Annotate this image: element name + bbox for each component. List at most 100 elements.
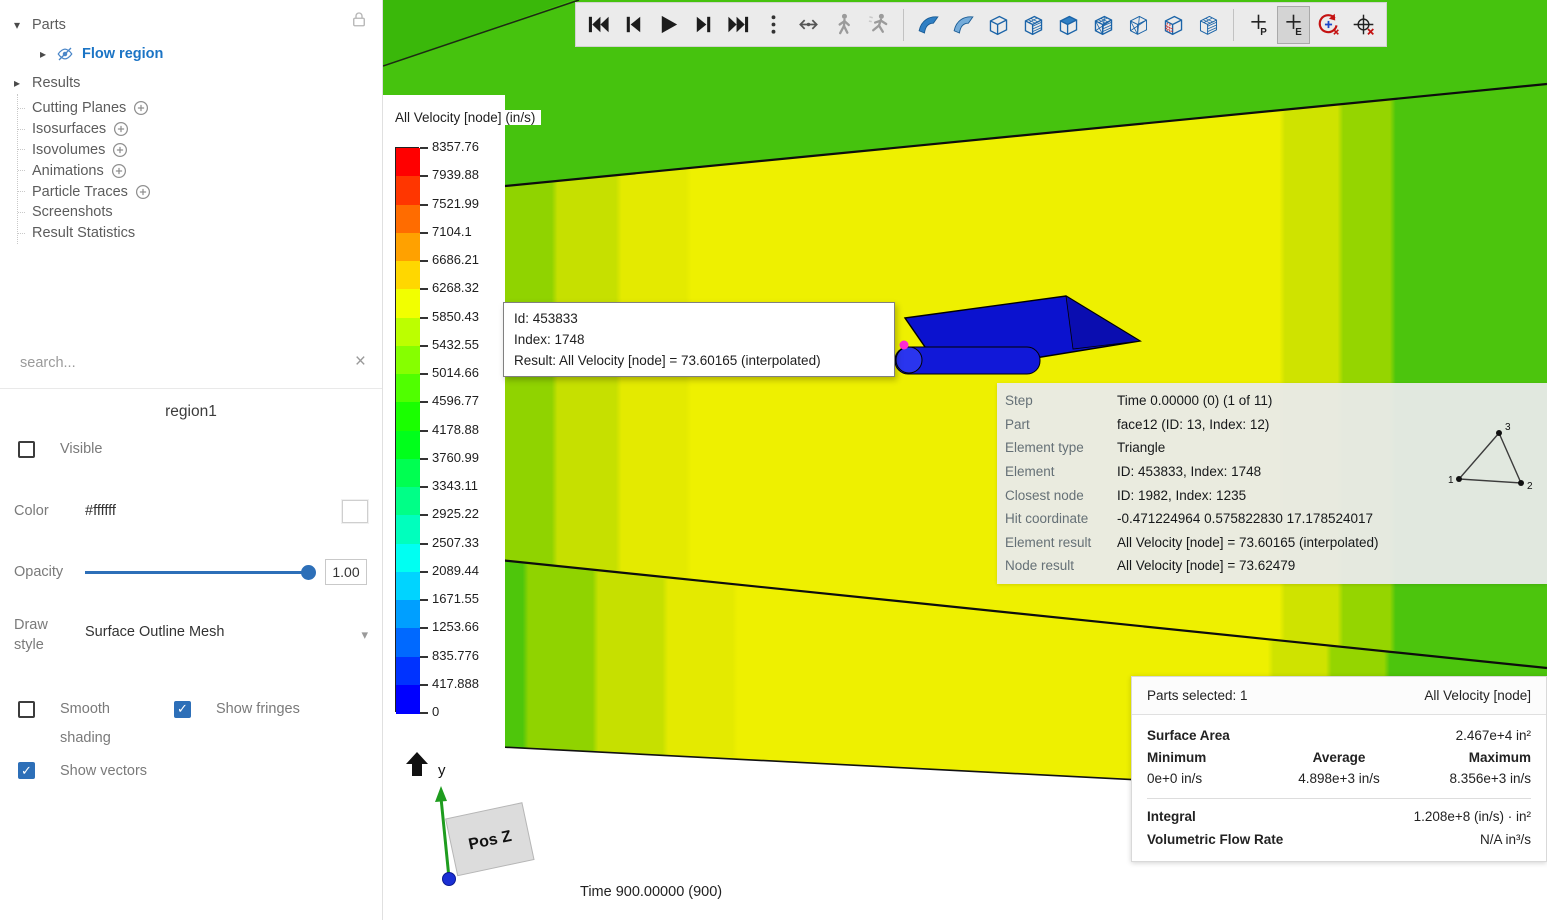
svg-text:2: 2 <box>1527 481 1533 492</box>
legend-tick-label: 6268.32 <box>432 280 479 296</box>
legend-tick-label: 7521.99 <box>432 195 479 211</box>
color-label: Color <box>14 503 49 520</box>
tree-node-flow-region[interactable]: ▸ Flow region <box>0 42 382 65</box>
tree-item-animations[interactable]: Animations <box>18 160 382 181</box>
chevron-right-icon[interactable]: ▸ <box>36 47 50 61</box>
view-box-red-mesh-icon <box>1164 15 1183 36</box>
tree-item-result-statistics[interactable]: Result Statistics <box>18 223 382 244</box>
tree-item-cutting-planes[interactable]: Cutting Planes <box>18 98 382 119</box>
legend-cell <box>396 543 420 573</box>
view-box-cage-button[interactable] <box>1192 6 1225 44</box>
rotate-probe-button[interactable] <box>1312 6 1345 44</box>
tree-item-label: Animations <box>32 162 104 179</box>
legend-cell <box>396 204 420 234</box>
pick-point-p-button[interactable]: P <box>1242 6 1275 44</box>
view-box-red-mesh-button[interactable] <box>1157 6 1190 44</box>
view-flag-light-icon <box>953 16 974 34</box>
legend-tick-mark <box>420 260 428 262</box>
tree-node-parts[interactable]: ▾ Parts <box>0 13 382 36</box>
lock-icon[interactable] <box>350 10 368 28</box>
min-avg-max-header-row: Minimum Average Maximum <box>1147 747 1531 768</box>
visible-checkbox[interactable] <box>18 440 35 458</box>
view-flag-solid-icon <box>918 16 939 34</box>
opacity-value-field[interactable]: 1.00 <box>325 558 367 585</box>
add-isosurfaces-button[interactable] <box>113 121 129 137</box>
legend-tick-label: 2089.44 <box>432 562 479 578</box>
chevron-down-icon[interactable]: ▾ <box>361 615 368 643</box>
eye-off-icon[interactable] <box>56 45 76 63</box>
maximum-value: 8.356e+3 in/s <box>1449 771 1531 786</box>
toolbar-group-overflow <box>757 6 790 44</box>
draw-style-select[interactable]: Surface Outline Mesh <box>85 615 224 640</box>
chevron-down-icon[interactable]: ▾ <box>10 18 24 32</box>
svg-text:P: P <box>1260 27 1267 37</box>
tree-item-label: Cutting Planes <box>32 100 127 117</box>
render-viewport[interactable]: PE All Velocity [node] (in/s) 8357.76 793… <box>383 0 1547 920</box>
tree-item-isovolumes[interactable]: Isovolumes <box>18 140 382 161</box>
legend-tick-mark <box>420 147 428 149</box>
tree-item-screenshots[interactable]: Screenshots <box>18 202 382 223</box>
color-value-field[interactable]: #ffffff <box>85 503 116 519</box>
step-forward-button[interactable] <box>687 6 720 44</box>
step-back-button[interactable] <box>617 6 650 44</box>
show-vectors-row: ✓ Show vectors <box>0 757 382 785</box>
show-vectors-checkbox[interactable]: ✓ <box>18 762 35 780</box>
add-particle-traces-button[interactable] <box>135 184 151 200</box>
opacity-slider[interactable] <box>85 564 316 580</box>
person-run-button[interactable] <box>862 6 895 44</box>
tree-item-isosurfaces[interactable]: Isosurfaces <box>18 119 382 140</box>
time-step-label: Time 900.00000 (900) <box>580 884 723 900</box>
add-cutting-planes-button[interactable] <box>133 100 149 116</box>
show-fringes-checkbox[interactable]: ✓ <box>174 700 191 718</box>
toolbar-separator <box>903 8 904 41</box>
axis-triad[interactable]: y Pos Z <box>391 718 566 898</box>
view-box-grid-button[interactable] <box>1017 6 1050 44</box>
legend-cell <box>396 487 420 516</box>
legend-cell <box>396 317 420 347</box>
tree-item-label: Particle Traces <box>32 183 128 200</box>
search-input[interactable] <box>18 353 328 372</box>
color-swatch[interactable] <box>342 499 368 523</box>
legend-tick-label: 5014.66 <box>432 365 479 380</box>
skip-start-button[interactable] <box>582 6 615 44</box>
smooth-shading-checkbox[interactable] <box>18 700 35 718</box>
opacity-slider-handle[interactable] <box>301 564 316 580</box>
person-walk-button[interactable] <box>827 6 860 44</box>
close-icon[interactable]: × <box>355 352 366 371</box>
legend-tick-mark <box>420 486 428 488</box>
tree-node-results[interactable]: ▸ Results <box>0 71 382 94</box>
pick-element-e-button[interactable]: E <box>1277 5 1310 44</box>
legend-tick-mark <box>420 316 428 319</box>
view-box-solid-button[interactable] <box>1052 6 1085 44</box>
legend-tick-mark <box>420 401 428 404</box>
view-flag-light-button[interactable] <box>947 6 980 44</box>
play-button[interactable] <box>652 6 685 44</box>
kebab-button[interactable] <box>757 6 790 44</box>
view-box-mesh-button[interactable] <box>1087 6 1120 44</box>
draw-style-label: Draw style <box>14 616 48 653</box>
pick-clear-button[interactable] <box>1347 6 1380 44</box>
skip-end-button[interactable] <box>722 6 755 44</box>
chevron-right-icon[interactable]: ▸ <box>10 76 24 90</box>
view-box-wire-button[interactable] <box>1122 6 1155 44</box>
shading-options-row: Smooth shading ✓ Show fringes <box>0 695 382 753</box>
statistics-panel: Parts selected: 1 All Velocity [node] Su… <box>1131 676 1547 862</box>
span-horizontal-button[interactable] <box>792 6 825 44</box>
tree-item-particle-traces[interactable]: Particle Traces <box>18 181 382 202</box>
legend-tick-label: 835.776 <box>432 647 479 663</box>
opacity-row: Opacity 1.00 <box>0 558 382 585</box>
person-walk-icon <box>838 13 850 35</box>
skip-end-icon <box>728 16 749 33</box>
probe-row-node-result: Node result All Velocity [node] = 73.6247… <box>997 554 1547 578</box>
legend-tick-mark <box>420 542 428 545</box>
legend-cell <box>396 628 420 657</box>
legend-cell <box>396 261 420 290</box>
span-horizontal-icon <box>799 19 818 30</box>
view-box-grid-icon <box>1024 15 1043 36</box>
add-isovolumes-button[interactable] <box>112 142 128 158</box>
legend-tick-label: 3760.99 <box>432 449 479 465</box>
toolbar: PE <box>575 2 1387 47</box>
view-flag-solid-button[interactable] <box>912 6 945 44</box>
add-animations-button[interactable] <box>111 163 127 179</box>
view-box-open-button[interactable] <box>982 6 1015 44</box>
